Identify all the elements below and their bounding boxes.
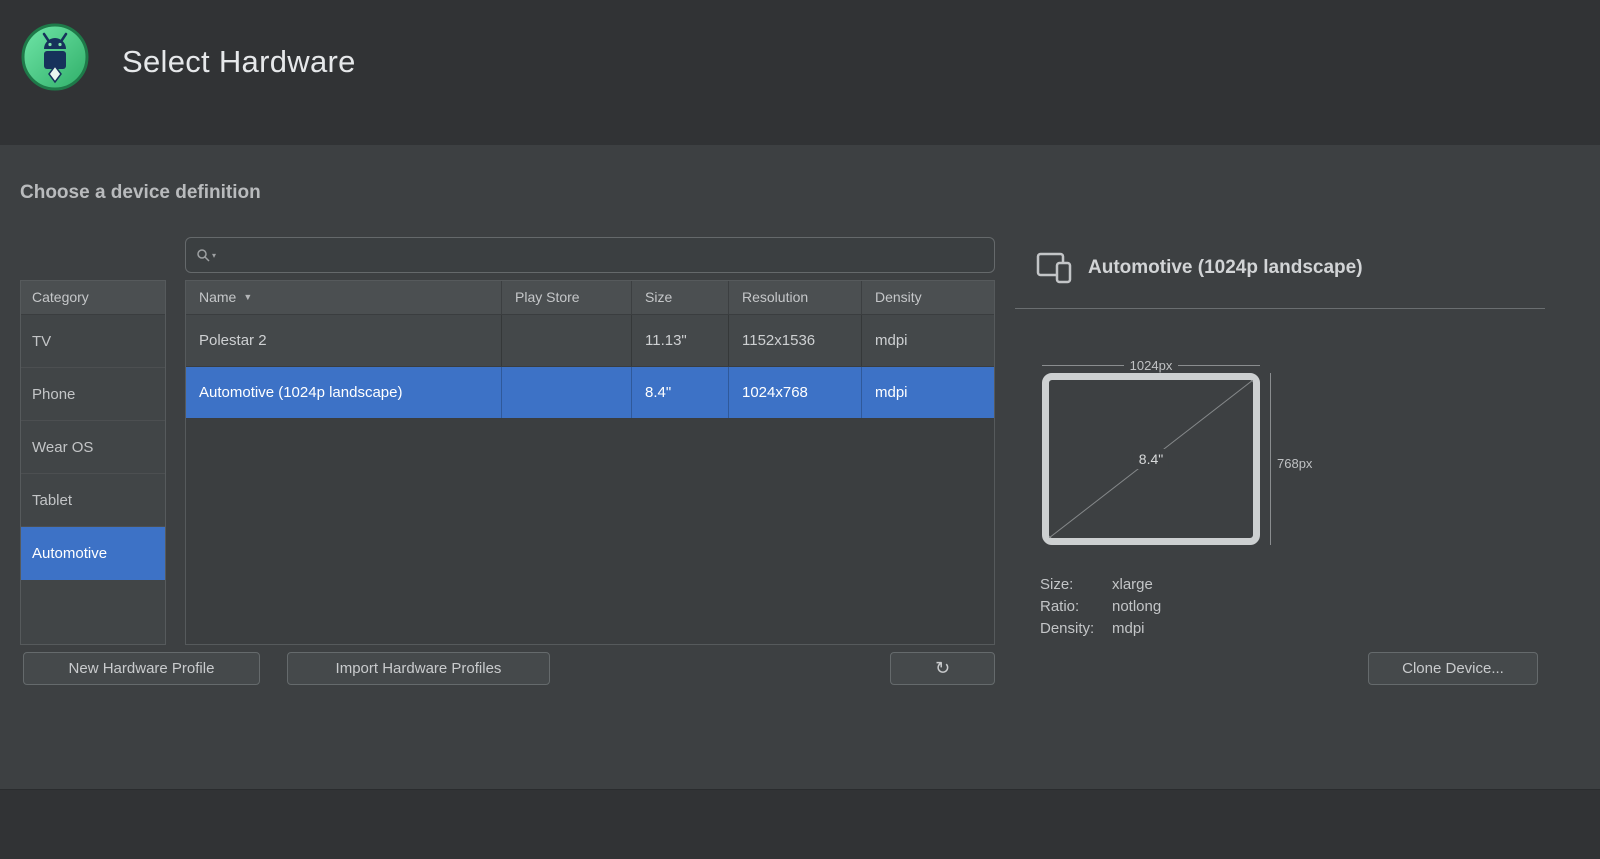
screen-width-dimension: 1024px <box>1042 358 1260 373</box>
column-header-play-store[interactable]: Play Store <box>501 281 631 314</box>
section-title: Choose a device definition <box>20 182 261 204</box>
dialog-footer: ? Cancel Previous Next Finish <box>0 789 1600 859</box>
device-icon <box>1036 252 1074 289</box>
category-item-automotive[interactable]: Automotive <box>21 527 165 580</box>
selected-device-title: Automotive (1024p landscape) <box>1088 257 1363 279</box>
dimension-line <box>1178 365 1260 366</box>
screen-diagram: 8.4" <box>1042 373 1260 545</box>
sort-desc-icon: ▼ <box>243 281 252 314</box>
device-search[interactable]: ▾ <box>185 237 995 273</box>
category-item-wear-os[interactable]: Wear OS <box>21 421 165 474</box>
cell-size: 11.13" <box>631 315 728 366</box>
dialog-header: Select Hardware <box>0 0 1600 145</box>
device-search-input[interactable] <box>216 247 984 264</box>
category-item-tv[interactable]: TV <box>21 315 165 368</box>
column-header-resolution[interactable]: Resolution <box>728 281 861 314</box>
new-hardware-profile-button[interactable]: New Hardware Profile <box>23 652 260 685</box>
spec-value-density: mdpi <box>1112 618 1161 639</box>
column-header-density[interactable]: Density <box>861 281 994 314</box>
dimension-line <box>1042 365 1124 366</box>
spec-value-size: xlarge <box>1112 574 1161 595</box>
spec-value-ratio: notlong <box>1112 596 1161 617</box>
refresh-button[interactable]: ↻ <box>890 652 995 685</box>
android-studio-logo-icon <box>20 22 90 92</box>
category-panel: Category TV Phone Wear OS Tablet Automot… <box>20 280 166 645</box>
clone-device-button[interactable]: Clone Device... <box>1368 652 1538 685</box>
cell-size: 8.4" <box>631 367 728 418</box>
refresh-icon: ↻ <box>935 660 950 678</box>
device-row-polestar-2[interactable]: Polestar 2 11.13" 1152x1536 mdpi <box>186 315 994 367</box>
cell-name: Polestar 2 <box>186 315 501 366</box>
screen-height-label: 768px <box>1277 456 1312 471</box>
cell-play-store <box>501 367 631 418</box>
detail-divider <box>1015 308 1545 309</box>
cell-density: mdpi <box>861 367 994 418</box>
cell-resolution: 1024x768 <box>728 367 861 418</box>
device-table: Name ▼ Play Store Size Resolution Densit… <box>185 280 995 645</box>
cell-density: mdpi <box>861 315 994 366</box>
category-column-header: Category <box>21 281 165 315</box>
search-icon <box>196 248 210 262</box>
screen-diagonal-label: 8.4" <box>1133 449 1169 469</box>
device-specs: Size: xlarge Ratio: notlong Density: mdp… <box>1040 574 1161 639</box>
cell-play-store <box>501 315 631 366</box>
screen-height-dimension-line <box>1270 373 1271 545</box>
spec-label-density: Density: <box>1040 618 1112 639</box>
category-item-phone[interactable]: Phone <box>21 368 165 421</box>
category-item-tablet[interactable]: Tablet <box>21 474 165 527</box>
device-table-header: Name ▼ Play Store Size Resolution Densit… <box>186 281 994 315</box>
select-hardware-dialog: Select Hardware Choose a device definiti… <box>0 0 1600 859</box>
screen-width-label: 1024px <box>1130 358 1173 373</box>
column-header-size[interactable]: Size <box>631 281 728 314</box>
column-header-name-label: Name <box>199 281 236 314</box>
column-header-name[interactable]: Name ▼ <box>186 281 501 314</box>
cell-name: Automotive (1024p landscape) <box>186 367 501 418</box>
spec-label-ratio: Ratio: <box>1040 596 1112 617</box>
device-row-automotive-1024p-landscape[interactable]: Automotive (1024p landscape) 8.4" 1024x7… <box>186 367 994 419</box>
dialog-title: Select Hardware <box>122 44 356 80</box>
spec-label-size: Size: <box>1040 574 1112 595</box>
cell-resolution: 1152x1536 <box>728 315 861 366</box>
import-hardware-profiles-button[interactable]: Import Hardware Profiles <box>287 652 550 685</box>
